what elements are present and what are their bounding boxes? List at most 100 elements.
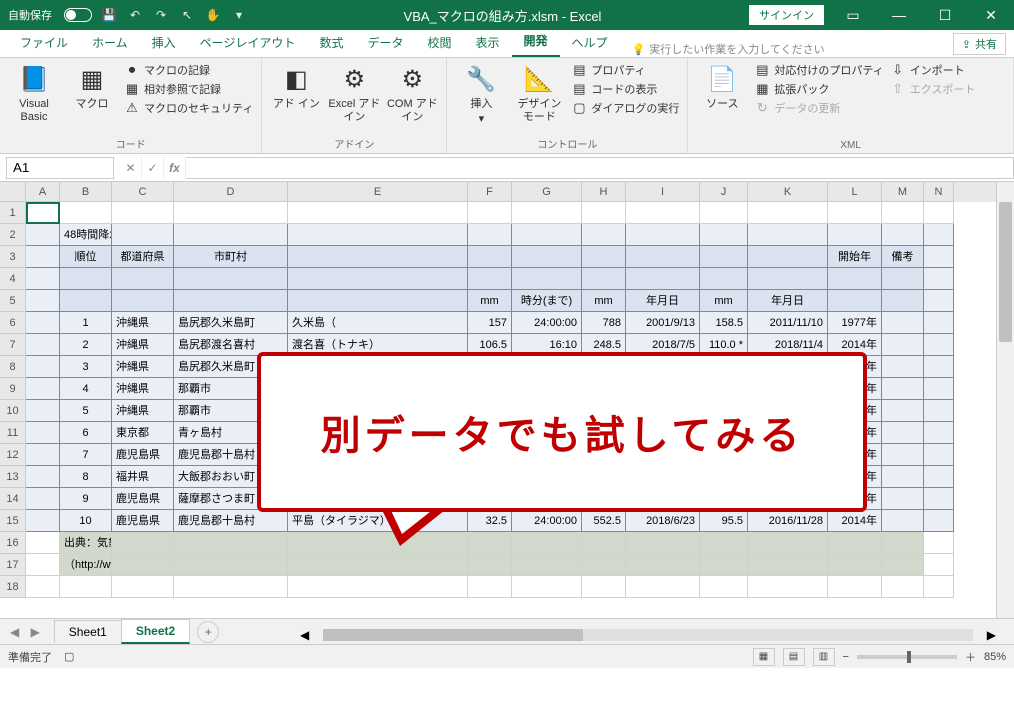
cell[interactable]: 24:00:00 [512,510,582,532]
tab-data[interactable]: データ [355,28,415,57]
cell[interactable] [828,576,882,598]
visual-basic-button[interactable]: 📘Visual Basic [8,62,60,124]
cell[interactable] [60,202,112,224]
cell[interactable] [512,224,582,246]
cell[interactable] [748,532,828,554]
tab-insert[interactable]: 挿入 [140,28,188,57]
cell[interactable]: 東京都 [112,422,174,444]
cell[interactable] [748,554,828,576]
design-mode-button[interactable]: 📐デザイン モード [513,62,565,124]
cell[interactable]: 沖縄県 [112,334,174,356]
cell[interactable]: 552.5 [582,510,626,532]
cell[interactable] [512,246,582,268]
macros-button[interactable]: ▦マクロ [66,62,118,111]
com-addins-button[interactable]: ⚙COM アドイン [386,62,438,124]
cell[interactable] [626,224,700,246]
cell[interactable] [60,290,112,312]
cell[interactable] [924,510,954,532]
cell[interactable] [468,246,512,268]
cell[interactable] [26,532,60,554]
cell[interactable] [748,202,828,224]
cell[interactable]: 24:00:00 [512,312,582,334]
cell[interactable] [924,488,954,510]
cell[interactable] [26,224,60,246]
cell[interactable] [882,422,924,444]
cell[interactable] [174,224,288,246]
cell[interactable] [700,246,748,268]
cell[interactable] [924,290,954,312]
cell[interactable] [924,312,954,334]
cell[interactable] [882,510,924,532]
enter-formula-button[interactable]: ✓ [142,157,164,179]
export-button[interactable]: ⇧エクスポート [890,81,976,97]
cell[interactable]: 沖縄県 [112,356,174,378]
cell[interactable]: 都道府県 [112,246,174,268]
cell[interactable] [512,576,582,598]
cell[interactable] [468,576,512,598]
cell[interactable]: 2 [60,334,112,356]
cell[interactable] [26,466,60,488]
cell[interactable] [924,466,954,488]
cancel-formula-button[interactable]: ✕ [120,157,142,179]
cell[interactable]: 福井県 [112,466,174,488]
cell[interactable] [700,268,748,290]
zoom-slider[interactable] [857,655,957,659]
cell[interactable] [828,290,882,312]
cell[interactable] [174,268,288,290]
ribbon-options-icon[interactable]: ▭ [830,0,876,30]
cell[interactable] [582,224,626,246]
cell[interactable] [288,554,468,576]
cell[interactable]: 鹿児島郡十島村 [174,510,288,532]
cell[interactable] [882,554,924,576]
cell[interactable]: 備考 [882,246,924,268]
cell[interactable]: 8 [60,466,112,488]
cell[interactable] [882,400,924,422]
cell[interactable] [112,224,174,246]
cell[interactable] [512,202,582,224]
cell[interactable] [700,554,748,576]
cell[interactable] [512,268,582,290]
cell[interactable] [700,202,748,224]
cell[interactable]: 鹿児島県 [112,488,174,510]
cell[interactable]: 時分(まで) [512,290,582,312]
cell[interactable]: 48時間降水量の日最大値（5mm以上の [60,224,112,246]
cell[interactable] [26,378,60,400]
cell[interactable]: 2014年 [828,510,882,532]
cell[interactable] [26,444,60,466]
cell[interactable]: 157 [468,312,512,334]
cell[interactable] [60,268,112,290]
row-headers[interactable]: 123456789101112131415161718 [0,202,26,598]
zoom-level[interactable]: 85% [984,651,1006,663]
macro-security-button[interactable]: ⚠マクロのセキュリティ [124,100,253,116]
cell[interactable]: 開始年 [828,246,882,268]
cell[interactable] [288,202,468,224]
cell[interactable] [174,532,288,554]
touch-icon[interactable]: ✋ [204,6,222,24]
cell[interactable] [882,576,924,598]
cell[interactable] [468,268,512,290]
cell[interactable] [882,290,924,312]
run-dialog-button[interactable]: ▢ダイアログの実行 [571,100,679,116]
addins-button[interactable]: ◧アド イン [270,62,322,111]
tab-developer[interactable]: 開発 [512,26,560,57]
close-button[interactable]: ✕ [968,0,1014,30]
cell[interactable] [700,576,748,598]
excel-addins-button[interactable]: ⚙Excel アドイン [328,62,380,124]
cell[interactable]: （http://www.data.jma.go.jp/obd/stats/dat… [60,554,112,576]
cell[interactable] [700,532,748,554]
tab-view[interactable]: 表示 [463,28,511,57]
cell[interactable] [512,554,582,576]
cell[interactable] [924,378,954,400]
cell[interactable]: 2001/9/13 [626,312,700,334]
cell[interactable]: 島尻郡久米島町 [174,312,288,334]
cell[interactable] [112,268,174,290]
expansion-pack-button[interactable]: ▦拡張パック [754,81,883,97]
view-pagelayout-button[interactable]: ▤ [783,648,805,666]
autosave-toggle[interactable] [64,8,92,22]
cell[interactable] [748,224,828,246]
cell[interactable] [112,202,174,224]
redo-icon[interactable]: ↷ [152,6,170,24]
cell[interactable] [288,246,468,268]
cell[interactable]: 788 [582,312,626,334]
cell[interactable] [626,576,700,598]
